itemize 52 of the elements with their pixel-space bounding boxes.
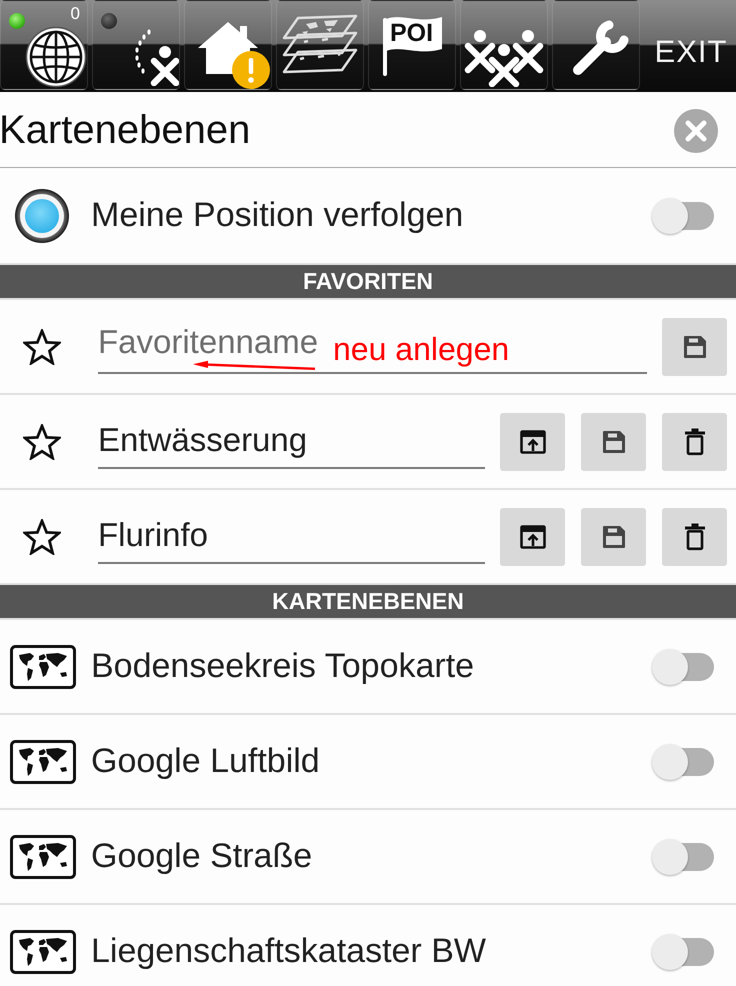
delete-button[interactable]: [662, 508, 727, 566]
toolbar-button[interactable]: POI: [368, 0, 456, 90]
world-map-icon: [10, 930, 76, 974]
input-field[interactable]: Entwässerung: [98, 418, 485, 468]
section-title: FAVORITEN: [303, 268, 433, 295]
save-button[interactable]: [581, 412, 646, 470]
save-icon: [682, 334, 708, 360]
location-dot-icon: [14, 188, 70, 244]
layer-name: Bodenseekreis Topokarte: [91, 647, 476, 686]
toggle-switch[interactable]: [652, 932, 714, 970]
toolbar-button[interactable]: [92, 0, 180, 90]
layer-name: Liegenschaftskataster BW: [91, 932, 487, 971]
toggle-switch[interactable]: [652, 838, 714, 876]
exit-button[interactable]: EXIT: [644, 0, 736, 90]
toolbar-button[interactable]: [184, 0, 272, 90]
toggle-switch[interactable]: [652, 742, 714, 780]
layer-name: Google Luftbild: [91, 742, 321, 781]
save-button[interactable]: [581, 508, 646, 566]
upload-icon: [518, 428, 546, 454]
open-button[interactable]: [500, 508, 565, 566]
world-map-icon: [10, 834, 76, 878]
save-button[interactable]: [662, 318, 727, 376]
dialog-title: Kartenebenen: [0, 108, 250, 153]
section-title: KARTENEBENEN: [272, 588, 464, 615]
toolbar-button[interactable]: [552, 0, 640, 90]
toggle-switch[interactable]: [652, 196, 714, 234]
star-icon: [23, 518, 61, 554]
star-icon: [23, 328, 61, 364]
trash-icon: [684, 522, 706, 550]
count-label: 0: [70, 5, 80, 22]
toggle-switch[interactable]: [652, 648, 714, 686]
input-field[interactable]: Flurinfo: [98, 514, 485, 564]
star-icon: [23, 424, 61, 460]
globe-icon: [25, 26, 87, 88]
toolbar-button[interactable]: [460, 0, 548, 90]
row-label: Meine Position verfolgen: [91, 196, 464, 235]
close-icon: [674, 108, 718, 152]
upload-icon: [518, 524, 546, 550]
world-map-icon: [10, 740, 76, 784]
save-icon: [600, 524, 626, 550]
map-layers-icon: [282, 14, 358, 76]
toolbar-button[interactable]: 0: [0, 0, 88, 90]
world-map-icon: [10, 644, 76, 688]
toolbar-button[interactable]: [276, 0, 364, 90]
open-button[interactable]: [500, 412, 565, 470]
wrench-icon: [570, 19, 630, 77]
trash-icon: [684, 428, 706, 456]
flag-icon: [380, 14, 444, 76]
save-icon: [600, 428, 626, 454]
annotation-text: neu anlegen: [333, 331, 510, 368]
layer-name: Google Straße: [91, 837, 314, 876]
delete-button[interactable]: [662, 412, 727, 470]
